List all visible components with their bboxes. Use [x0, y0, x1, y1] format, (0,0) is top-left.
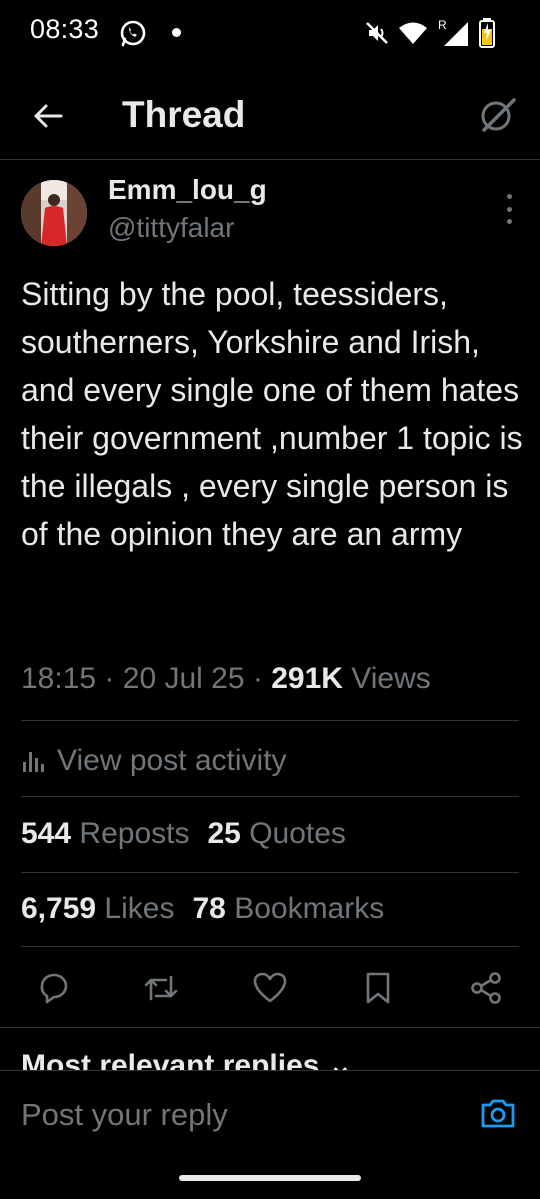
mute-icon — [366, 22, 388, 44]
divider — [21, 720, 519, 721]
avatar-image — [21, 180, 87, 246]
home-indicator[interactable] — [179, 1175, 361, 1181]
divider — [21, 796, 519, 797]
view-post-activity-button[interactable]: View post activity — [21, 741, 287, 781]
status-time: 08:33 — [30, 14, 100, 44]
notification-dot — [172, 28, 181, 37]
author-handle[interactable]: @tittyfalar — [108, 212, 234, 244]
more-dot-icon — [506, 219, 512, 224]
divider — [21, 946, 519, 947]
bookmark-button[interactable] — [358, 968, 398, 1008]
reposts-label: Reposts — [79, 817, 190, 850]
top-app-bar: Thread — [0, 74, 540, 160]
svg-text:R: R — [438, 18, 447, 32]
like-icon — [253, 972, 287, 1003]
bookmarks-label: Bookmarks — [234, 892, 385, 925]
replies-sort-dropdown[interactable]: Most relevant replies ⌄ — [21, 1048, 353, 1072]
views-label: Views — [351, 662, 431, 695]
quotes-stat[interactable]: 25 Quotes — [207, 817, 345, 850]
camera-button[interactable] — [480, 1096, 518, 1134]
wifi-icon — [399, 22, 427, 44]
back-button[interactable] — [28, 96, 68, 136]
bookmarks-count: 78 — [192, 892, 226, 925]
quotes-label: Quotes — [249, 817, 346, 850]
reposts-stat[interactable]: 544 Reposts — [21, 817, 189, 850]
views-count: 291K — [271, 662, 343, 695]
reposts-count: 544 — [21, 817, 72, 850]
grok-icon — [481, 98, 516, 132]
whatsapp-icon — [120, 20, 146, 47]
meta-separator: · — [104, 662, 115, 695]
more-dot-icon — [506, 194, 512, 199]
like-button[interactable] — [250, 968, 290, 1008]
post-time[interactable]: 18:15 — [21, 662, 96, 695]
repost-icon — [144, 975, 178, 1001]
roaming-signal-icon: R — [438, 18, 468, 46]
post-action-bar — [0, 962, 540, 1014]
reply-icon — [40, 973, 68, 1004]
post-meta: 18:15 · 20 Jul 25 · 291K Views — [21, 662, 431, 696]
bookmark-icon — [366, 972, 390, 1004]
share-icon — [471, 972, 501, 1004]
reply-input[interactable] — [21, 1097, 441, 1133]
divider — [21, 872, 519, 873]
quotes-count: 25 — [207, 817, 241, 850]
bookmarks-stat[interactable]: 78 Bookmarks — [192, 892, 384, 925]
activity-label: View post activity — [57, 744, 287, 777]
stats-row-shares: 544 Reposts 25 Quotes — [21, 817, 346, 851]
bar-chart-icon — [23, 752, 44, 772]
likes-count: 6,759 — [21, 892, 97, 925]
battery-charging-icon — [479, 18, 495, 48]
page-title: Thread — [122, 94, 246, 135]
more-dot-icon — [506, 206, 512, 212]
replies-sort-label: Most relevant replies — [21, 1049, 320, 1072]
stats-row-engagement: 6,759 Likes 78 Bookmarks — [21, 892, 384, 926]
arrow-left-icon — [34, 104, 63, 128]
repost-button[interactable] — [141, 968, 181, 1008]
avatar[interactable] — [21, 180, 87, 246]
likes-stat[interactable]: 6,759 Likes — [21, 892, 174, 925]
chevron-down-icon: ⌄ — [327, 1049, 353, 1072]
meta-separator: · — [252, 662, 263, 695]
status-bar: 08:33 R — [0, 0, 540, 66]
status-icons: R — [364, 16, 496, 50]
divider — [0, 1027, 540, 1028]
post-text: Sitting by the pool, teessiders, souther… — [21, 276, 523, 552]
grok-button[interactable] — [478, 94, 518, 138]
reply-button[interactable] — [34, 968, 74, 1008]
likes-label: Likes — [104, 892, 175, 925]
post-date[interactable]: 20 Jul 25 — [123, 662, 245, 695]
more-options-button[interactable] — [504, 194, 514, 224]
author-display-name[interactable]: Emm_lou_g — [108, 174, 267, 206]
camera-icon — [481, 1099, 515, 1128]
share-button[interactable] — [466, 968, 506, 1008]
